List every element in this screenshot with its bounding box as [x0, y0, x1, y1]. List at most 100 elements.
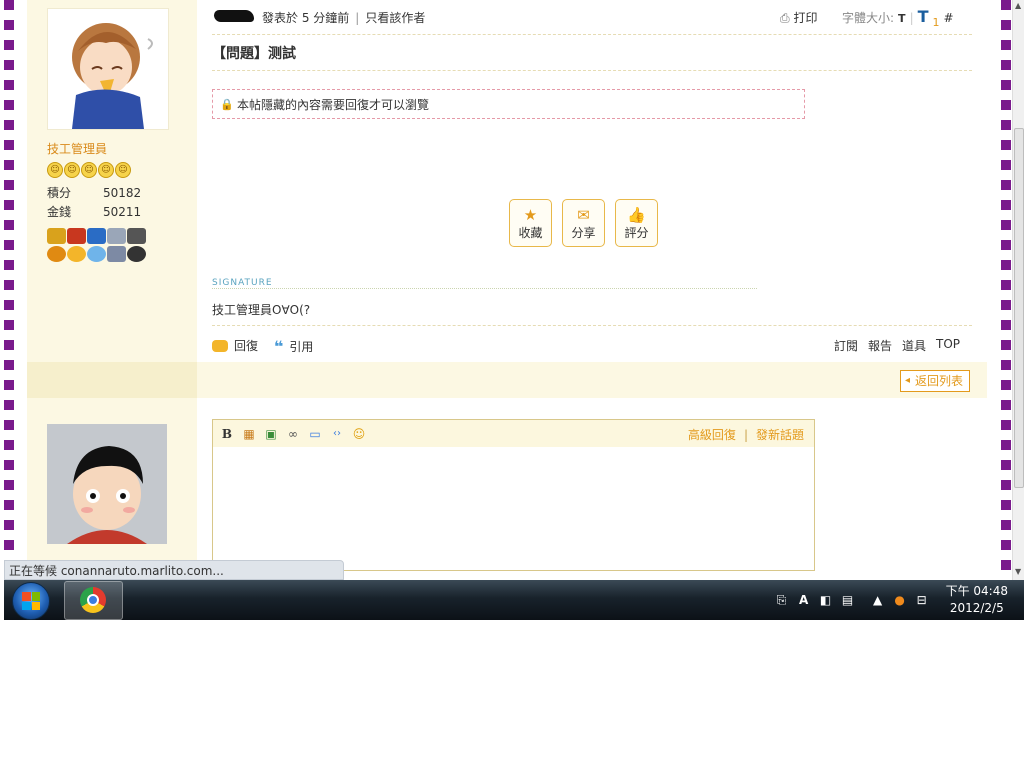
thumbs-up-icon: 👍	[627, 206, 646, 224]
money-row: 金錢 50211	[47, 203, 141, 220]
meta-separator: |	[355, 11, 360, 25]
post-footer: 回復 ❝ 引用 訂閱 報告 道具 TOP	[212, 335, 972, 356]
favorite-label: 收藏	[518, 226, 543, 240]
back-label: 返回列表	[914, 374, 963, 388]
rate-button[interactable]: 👍 評分	[615, 199, 658, 247]
star-icon: ★	[523, 206, 538, 224]
editor-toolbar: B ▦ ▣ ∞ ▭ ‹› ☺ 高級回復 | 發新話題	[213, 420, 814, 447]
quick-reply-editor: B ▦ ▣ ∞ ▭ ‹› ☺ 高級回復 | 發新話題	[212, 419, 815, 571]
medal-icon[interactable]	[87, 228, 106, 244]
quote-toolbar-button[interactable]: ▭	[307, 426, 323, 442]
code-button[interactable]: ‹›	[329, 426, 345, 442]
post-actions: ★ 收藏 ✉ 分享 👍 評分	[509, 199, 658, 247]
system-clock[interactable]: 下午 04:48 2012/2/5	[946, 583, 1008, 617]
links-separator: |	[743, 428, 748, 442]
author-avatar[interactable]	[47, 8, 169, 130]
top-link[interactable]: TOP	[936, 337, 960, 354]
font-size-control: 字體大小: T | T 1 #	[842, 7, 954, 29]
print-label: 打印	[793, 11, 818, 25]
author-rank: 技工管理員	[47, 142, 108, 156]
posted-label: 發表於	[262, 11, 299, 25]
bold-button[interactable]: B	[219, 426, 235, 442]
system-tray: ⎘ A ◧ ▤ ▲ ● ⊟ 下午 04:48 2012/2/5	[774, 580, 1014, 620]
browser-status-bar: 正在等候 conannaruto.marlito.com...	[4, 560, 344, 580]
permalink-hash[interactable]: #	[944, 11, 954, 25]
money-label: 金錢	[47, 205, 72, 219]
quote-label: 引用	[289, 340, 314, 354]
link-button[interactable]: ∞	[285, 426, 301, 442]
medal-icon[interactable]	[87, 245, 106, 262]
speech-bubble-icon	[212, 339, 228, 352]
post-title: 【問題】测試	[212, 36, 972, 71]
favorite-button[interactable]: ★ 收藏	[509, 199, 552, 247]
reply-textarea[interactable]	[213, 447, 814, 569]
only-author-link[interactable]: 只看該作者	[365, 11, 425, 25]
rank-stars: ☺ ☺ ☺ ☺ ☺	[47, 162, 131, 178]
smiley-icon: ☺	[47, 162, 63, 178]
windows-taskbar: ⎘ A ◧ ▤ ▲ ● ⊟ 下午 04:48 2012/2/5	[4, 580, 1024, 620]
medal-icon[interactable]	[107, 228, 126, 244]
taskbar-chrome-button[interactable]	[64, 581, 123, 620]
medal-icon[interactable]	[67, 228, 86, 244]
ime-settings-icon[interactable]: ▤	[840, 592, 856, 608]
network-icon[interactable]: ⊟	[914, 592, 930, 608]
image-button[interactable]: ▣	[263, 426, 279, 442]
vertical-scrollbar[interactable]: ▲ ▼	[1012, 0, 1024, 580]
smiley-button[interactable]: ☺	[351, 426, 367, 442]
points-label: 積分	[47, 186, 72, 200]
app-tray-icon[interactable]: ●	[892, 592, 908, 608]
tools-link[interactable]: 道具	[902, 337, 926, 354]
font-large-button[interactable]: T	[918, 7, 929, 26]
user-avatar[interactable]	[47, 424, 167, 544]
scroll-down-icon[interactable]: ▼	[1015, 567, 1021, 576]
medal-icon[interactable]	[107, 245, 126, 262]
post-header: 發表於 5 分鐘前 | 只看該作者 ⎙ 打印 字體大小: T | T 1 #	[212, 0, 972, 35]
printer-icon: ⎙	[780, 11, 790, 25]
font-small-button[interactable]: T	[898, 12, 906, 25]
signature-label: SIGNATURE	[212, 278, 757, 289]
print-button[interactable]: ⎙ 打印	[780, 9, 817, 26]
divider	[212, 325, 972, 326]
medal-icon[interactable]	[127, 228, 146, 244]
scroll-thumb[interactable]	[1014, 128, 1024, 488]
medal-icon[interactable]	[67, 245, 86, 262]
editor-links: 高級回復 | 發新話題	[688, 426, 804, 443]
report-link[interactable]: 報告	[868, 337, 892, 354]
font-divider: |	[909, 11, 914, 25]
forum-page: 技工管理員 ☺ ☺ ☺ ☺ ☺ 積分 50182 金錢 50211 發表於 5 …	[27, 0, 987, 580]
ime-width-icon[interactable]: ◧	[818, 592, 834, 608]
share-button[interactable]: ✉ 分享	[562, 199, 605, 247]
post-meta: 發表於 5 分鐘前 | 只看該作者	[262, 9, 425, 26]
hidden-notice-text: 本帖隱藏的內容需要回復才可以瀏覽	[237, 98, 430, 112]
lock-icon: 🔒	[220, 98, 234, 111]
ime-icon[interactable]: ⎘	[774, 592, 790, 608]
chevron-left-icon: ◂	[904, 375, 911, 386]
color-button[interactable]: ▦	[241, 426, 257, 442]
clock-date: 2012/2/5	[949, 601, 1004, 615]
smiley-icon: ☺	[115, 162, 131, 178]
smiley-icon: ☺	[98, 162, 114, 178]
money-value: 50211	[103, 205, 142, 219]
hidden-content-notice: 🔒 本帖隱藏的內容需要回復才可以瀏覽	[212, 89, 805, 119]
ime-mode-icon[interactable]: A	[796, 592, 812, 608]
smiley-icon: ☺	[64, 162, 80, 178]
scroll-up-icon[interactable]: ▲	[1015, 1, 1021, 10]
medal-icon[interactable]	[127, 245, 146, 262]
quote-button[interactable]: ❝ 引用	[274, 337, 313, 356]
back-to-list-button[interactable]: ◂ 返回列表	[899, 370, 970, 392]
advanced-reply-link[interactable]: 高級回復	[688, 428, 736, 442]
subscribe-link[interactable]: 訂閱	[834, 337, 858, 354]
list-nav-bar: ◂ 返回列表	[27, 362, 987, 398]
medal-icon[interactable]	[47, 245, 66, 262]
start-button[interactable]	[12, 582, 50, 620]
show-hidden-icons-icon[interactable]: ▲	[870, 592, 886, 608]
floor-number: 1	[932, 16, 940, 29]
quote-icon: ❝	[274, 337, 284, 356]
envelope-icon: ✉	[577, 206, 590, 224]
new-topic-link[interactable]: 發新話題	[756, 428, 804, 442]
list-nav-left	[27, 362, 197, 398]
medal-icon[interactable]	[47, 228, 66, 244]
reply-button[interactable]: 回復	[212, 337, 258, 354]
smiley-icon: ☺	[81, 162, 97, 178]
rate-label: 評分	[624, 226, 649, 240]
